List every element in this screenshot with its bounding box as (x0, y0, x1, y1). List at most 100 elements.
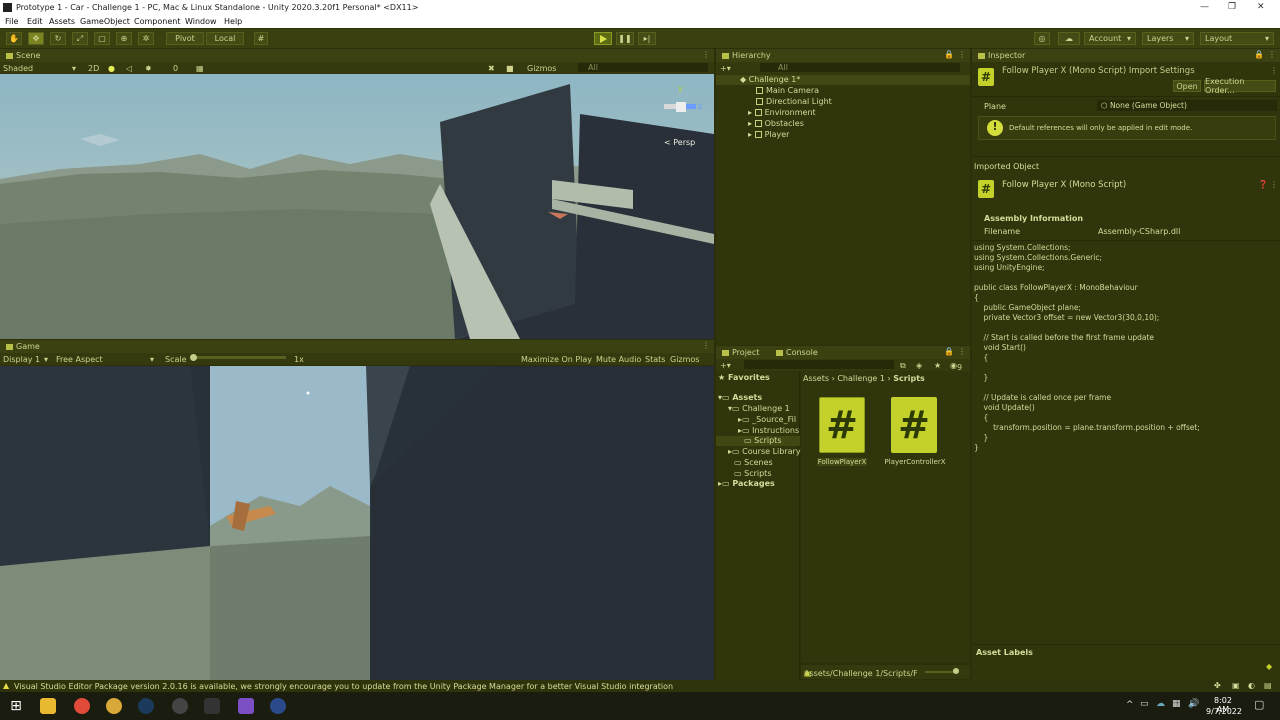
menu-component[interactable]: Component (134, 17, 180, 26)
aspect-dropdown[interactable]: Free Aspect (56, 355, 103, 364)
help-icon[interactable]: ❓ (1258, 180, 1268, 189)
tray-chevron-icon[interactable]: ^ (1126, 700, 1134, 710)
hand-tool-icon[interactable]: ✋ (6, 32, 22, 45)
favorites-item[interactable]: ★ Favorites (718, 373, 770, 382)
shading-dropdown[interactable]: Shaded (3, 64, 33, 73)
network-icon[interactable]: ▦ (1172, 699, 1181, 709)
stats-toggle[interactable]: Stats (645, 355, 665, 364)
gizmos-dropdown[interactable]: Gizmos (527, 64, 556, 73)
tab-project[interactable]: Project (722, 348, 759, 357)
layers-dropdown[interactable]: Layers ▾ (1142, 32, 1194, 45)
move-tool-icon[interactable]: ✥ (28, 32, 44, 45)
projection-label[interactable]: < Persp (664, 138, 695, 147)
tree-item-instructions[interactable]: ▸▭ Instructions (738, 426, 799, 435)
obs-icon[interactable] (270, 698, 286, 714)
hidden-objects-count[interactable]: 0 (173, 64, 178, 73)
asset-followplayerx[interactable]: # FollowPlayerX (817, 397, 867, 469)
lock-icon[interactable]: 🔒 (944, 50, 954, 59)
lock-icon[interactable]: 🔒 (944, 347, 954, 356)
camera-icon[interactable]: ■ (506, 64, 514, 73)
pivot-toggle[interactable]: Pivot (166, 32, 204, 45)
file-explorer-icon[interactable] (40, 698, 56, 714)
layout-dropdown[interactable]: Layout ▾ (1200, 32, 1274, 45)
rect-tool-icon[interactable]: ▢ (94, 32, 110, 45)
more-options-icon[interactable]: ⋮ (702, 341, 710, 350)
label-tag-icon[interactable]: ◆ (1266, 662, 1272, 671)
breadcrumb-challenge1[interactable]: Challenge 1 (837, 374, 885, 383)
packages-item[interactable]: ▸▭ Packages (718, 479, 775, 488)
onedrive-icon[interactable]: ☁ (1156, 699, 1165, 709)
local-toggle[interactable]: Local (206, 32, 244, 45)
search-by-type-icon[interactable]: ⧉ (900, 361, 906, 371)
toggle-2d-button[interactable]: 2D (88, 64, 99, 73)
more-options-icon[interactable]: ⋮ (1270, 66, 1278, 75)
create-asset-button[interactable]: +▾ (720, 361, 731, 370)
hierarchy-item-main-camera[interactable]: Main Camera (756, 86, 819, 95)
orientation-gizmo[interactable]: y z (660, 80, 704, 130)
pause-button[interactable]: ❚❚ (616, 32, 634, 45)
more-options-icon[interactable]: ⋮ (958, 347, 966, 356)
chrome-profile-icon[interactable] (106, 698, 122, 714)
unity-editor-icon[interactable] (204, 698, 220, 714)
audio-toggle-icon[interactable]: ◁ (126, 64, 132, 73)
tree-item-scripts[interactable]: ▭ Scripts (734, 469, 771, 478)
windows-start-icon[interactable]: ⊞ (8, 698, 24, 714)
lighting-toggle-icon[interactable]: ● (108, 64, 115, 73)
tab-game[interactable]: Game (6, 342, 40, 351)
scale-slider-handle[interactable] (190, 354, 197, 361)
project-search-input[interactable] (744, 360, 894, 369)
grid-toggle-icon[interactable]: ▦ (196, 64, 204, 73)
status-message[interactable]: Visual Studio Editor Package version 2.0… (14, 682, 673, 691)
tools-icon[interactable]: ✖ (488, 64, 495, 73)
progress-icon[interactable]: ◐ (1248, 681, 1255, 690)
chrome-icon[interactable] (74, 698, 90, 714)
custom-tool-icon[interactable]: ✲ (138, 32, 154, 45)
play-button[interactable] (594, 32, 612, 45)
hierarchy-item-directional-light[interactable]: Directional Light (756, 97, 832, 106)
scene-viewport[interactable]: y z < Persp (0, 74, 714, 339)
transform-tool-icon[interactable]: ⊕ (116, 32, 132, 45)
execution-order-button[interactable]: Execution Order... (1204, 77, 1276, 95)
more-options-icon[interactable]: ⋮ (1268, 50, 1276, 59)
tree-item-scenes[interactable]: ▭ Scenes (734, 458, 773, 467)
tab-inspector[interactable]: Inspector (978, 51, 1025, 60)
more-options-icon[interactable]: ⋮ (958, 50, 966, 59)
hierarchy-search-input[interactable]: All (760, 63, 960, 72)
volume-icon[interactable]: 🔊 (1188, 699, 1199, 709)
hierarchy-item-obstacles[interactable]: ▸ Obstacles (748, 119, 804, 128)
tray-display-icon[interactable]: ▭ (1140, 699, 1149, 709)
tab-scene[interactable]: Scene (6, 51, 40, 60)
menu-help[interactable]: Help (224, 17, 242, 26)
breadcrumb-assets[interactable]: Assets (803, 374, 829, 383)
tree-item-course-library[interactable]: ▸▭ Course Library (728, 447, 801, 456)
account-dropdown[interactable]: Account ▾ (1084, 32, 1136, 45)
visual-studio-icon[interactable] (238, 698, 254, 714)
tree-item-source-files[interactable]: ▸▭ _Source_Fil (738, 415, 796, 424)
hierarchy-item-environment[interactable]: ▸ Environment (748, 108, 816, 117)
hierarchy-item-player[interactable]: ▸ Player (748, 130, 789, 139)
display-dropdown[interactable]: Display 1 (3, 355, 40, 364)
notifications-icon[interactable]: ▢ (1254, 698, 1264, 711)
game-viewport[interactable] (0, 366, 714, 680)
minimize-button[interactable]: — (1200, 2, 1209, 12)
scale-tool-icon[interactable]: ⤢ (72, 32, 88, 45)
open-button[interactable]: Open (1173, 80, 1201, 92)
lock-icon[interactable]: 🔒 (1254, 50, 1264, 59)
grid-snap-icon[interactable]: # (254, 32, 268, 45)
unity-hub-icon[interactable] (172, 698, 188, 714)
menu-window[interactable]: Window (185, 17, 217, 26)
maximize-button[interactable]: ❐ (1228, 2, 1236, 12)
tree-item-scripts-selected[interactable]: ▭ Scripts (716, 436, 800, 446)
hidden-packages-icon[interactable]: ◉ 9 (950, 361, 962, 372)
menu-file[interactable]: File (5, 17, 18, 26)
tree-item-challenge1[interactable]: ▾▭ Challenge 1 (728, 404, 790, 413)
tab-hierarchy[interactable]: Hierarchy (722, 51, 771, 60)
menu-gameobject[interactable]: GameObject (80, 17, 130, 26)
bug-icon[interactable]: ✤ (1214, 681, 1221, 690)
collab-icon[interactable]: ◎ (1034, 32, 1050, 45)
assets-root-item[interactable]: ▾▭ Assets (718, 393, 762, 402)
close-button[interactable]: ✕ (1257, 2, 1265, 12)
icon-size-handle[interactable] (953, 668, 959, 674)
more-options-icon[interactable]: ⋮ (702, 50, 710, 59)
menu-assets[interactable]: Assets (49, 17, 75, 26)
